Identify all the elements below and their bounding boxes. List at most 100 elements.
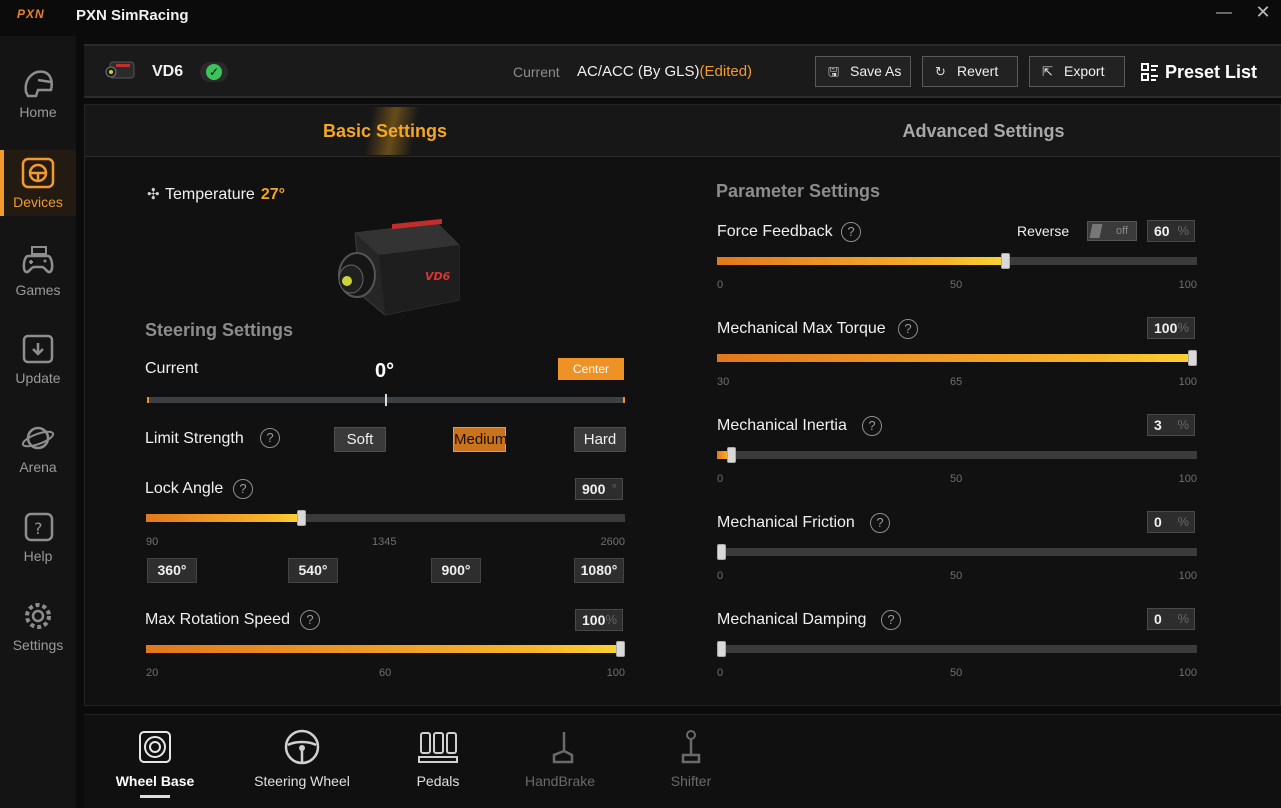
tick-label: 100 xyxy=(606,667,625,679)
device-header: VD6 ✓ Current AC/ACC (By GLS)(Edited) 🖫 S… xyxy=(84,44,1281,98)
reverse-toggle[interactable]: off xyxy=(1087,221,1137,241)
sidebar-item-settings[interactable]: Settings xyxy=(0,599,76,665)
nav-shifter[interactable]: Shifter xyxy=(658,729,724,789)
slider-handle[interactable] xyxy=(616,641,625,657)
inertia-label: Mechanical Inertia xyxy=(717,417,847,434)
tick-label: 0 xyxy=(717,473,724,485)
toggle-knob xyxy=(1089,224,1103,238)
connected-badge: ✓ xyxy=(200,62,228,82)
tick-label: 20 xyxy=(146,667,159,679)
nav-wheel-base[interactable]: Wheel Base xyxy=(112,729,198,789)
lock-preset-1080[interactable]: 1080° xyxy=(574,558,624,583)
revert-label: Revert xyxy=(957,63,999,79)
lock-angle-slider[interactable] xyxy=(146,510,625,526)
sidebar-item-arena[interactable]: Arena xyxy=(0,421,76,487)
slider-handle[interactable] xyxy=(1188,350,1197,366)
nav-label: Steering Wheel xyxy=(254,773,350,789)
sidebar-item-home[interactable]: Home xyxy=(0,66,76,132)
damping-slider[interactable] xyxy=(717,641,1197,657)
tick-label: 0 xyxy=(717,667,724,679)
friction-value: 0 xyxy=(1154,514,1162,530)
limit-hard-button[interactable]: Hard xyxy=(574,427,626,452)
force-feedback-input[interactable]: 60% xyxy=(1147,220,1195,242)
tab-advanced-settings[interactable]: Advanced Settings xyxy=(685,105,1280,157)
active-tab-indicator xyxy=(140,795,170,798)
max-torque-value: 100 xyxy=(1154,320,1178,336)
slider-handle[interactable] xyxy=(1001,253,1010,269)
damping-label: Mechanical Damping xyxy=(717,611,867,628)
revert-button[interactable]: ↻ Revert xyxy=(922,56,1018,87)
help-icon[interactable]: ? xyxy=(260,428,280,448)
slider-handle[interactable] xyxy=(717,544,726,560)
help-icon[interactable]: ? xyxy=(898,319,918,339)
force-feedback-slider[interactable] xyxy=(717,253,1197,269)
friction-slider[interactable] xyxy=(717,544,1197,560)
lock-preset-360[interactable]: 360° xyxy=(147,558,197,583)
tick-label: 30 xyxy=(717,376,730,388)
friction-input[interactable]: 0% xyxy=(1147,511,1195,533)
title-bar: PXN PXN SimRacing — ✕ xyxy=(0,0,1281,32)
current-angle-label: Current xyxy=(145,360,199,377)
force-feedback-unit: % xyxy=(1177,223,1189,238)
tick-label: 50 xyxy=(950,570,963,582)
temperature-label: Temperature xyxy=(165,186,255,203)
steering-position-bar xyxy=(147,394,625,406)
tick-label: 100 xyxy=(1178,279,1197,291)
minimize-button[interactable]: — xyxy=(1216,4,1232,24)
lock-preset-540[interactable]: 540° xyxy=(288,558,338,583)
sidebar-item-label: Settings xyxy=(12,637,64,653)
nav-steering-wheel[interactable]: Steering Wheel xyxy=(250,729,354,789)
close-button[interactable]: ✕ xyxy=(1254,2,1272,24)
slider-handle[interactable] xyxy=(296,510,306,526)
list-icon xyxy=(1141,63,1158,81)
max-torque-input[interactable]: 100% xyxy=(1147,317,1195,339)
tick-label: 100 xyxy=(1178,473,1197,485)
max-rotation-speed-input[interactable]: 100% xyxy=(575,609,623,631)
sidebar-item-devices[interactable]: Devices xyxy=(0,150,76,216)
help-icon[interactable]: ? xyxy=(881,610,901,630)
max-torque-slider[interactable] xyxy=(717,350,1197,366)
nav-handbrake[interactable]: HandBrake xyxy=(520,729,600,789)
sidebar-item-update[interactable]: Update xyxy=(0,332,76,398)
help-icon[interactable]: ? xyxy=(841,222,861,242)
max-rotation-speed-slider[interactable] xyxy=(146,641,625,657)
help-icon[interactable]: ? xyxy=(300,610,320,630)
help-icon[interactable]: ? xyxy=(862,416,882,436)
inertia-input[interactable]: 3% xyxy=(1147,414,1195,436)
lock-preset-900[interactable]: 900° xyxy=(431,558,481,583)
nav-label: Pedals xyxy=(416,773,460,789)
steering-position-marker xyxy=(385,394,387,406)
limit-soft-button[interactable]: Soft xyxy=(334,427,386,452)
center-button[interactable]: Center xyxy=(558,358,624,380)
current-angle-value: 0° xyxy=(375,360,395,382)
slider-handle[interactable] xyxy=(717,641,726,657)
save-as-button[interactable]: 🖫 Save As xyxy=(815,56,911,87)
export-button[interactable]: ⇱ Export xyxy=(1029,56,1125,87)
tab-basic-settings[interactable]: Basic Settings xyxy=(85,105,685,157)
tick-label: 0 xyxy=(717,570,724,582)
preset-list-button[interactable]: Preset List xyxy=(1141,60,1257,86)
slider-handle[interactable] xyxy=(727,447,737,463)
tab-label: Advanced Settings xyxy=(902,121,1065,141)
inertia-slider[interactable] xyxy=(717,447,1197,463)
slider-fill xyxy=(717,257,1005,265)
limit-medium-button[interactable]: Medium xyxy=(453,427,507,452)
shifter-icon xyxy=(681,730,701,764)
save-icon: 🖫 xyxy=(828,64,840,79)
tick-label: 2600 xyxy=(600,536,625,548)
sidebar-item-label: Help xyxy=(23,548,53,564)
sidebar-item-label: Devices xyxy=(13,194,63,210)
current-preset-name: AC/ACC (By GLS)(Edited) xyxy=(577,63,752,80)
sidebar-item-label: Games xyxy=(15,282,61,298)
lock-angle-input[interactable]: 900 ° xyxy=(575,478,623,500)
help-icon[interactable]: ? xyxy=(870,513,890,533)
nav-pedals[interactable]: Pedals xyxy=(404,729,472,789)
damping-input[interactable]: 0% xyxy=(1147,608,1195,630)
tick-label: 65 xyxy=(950,376,963,388)
help-icon[interactable]: ? xyxy=(233,479,253,499)
friction-unit: % xyxy=(1177,514,1189,529)
sidebar-item-help[interactable]: ? Help xyxy=(0,510,76,576)
max-rotation-speed-unit: % xyxy=(605,612,617,627)
planet-icon xyxy=(21,426,55,450)
sidebar-item-games[interactable]: Games xyxy=(0,244,76,310)
